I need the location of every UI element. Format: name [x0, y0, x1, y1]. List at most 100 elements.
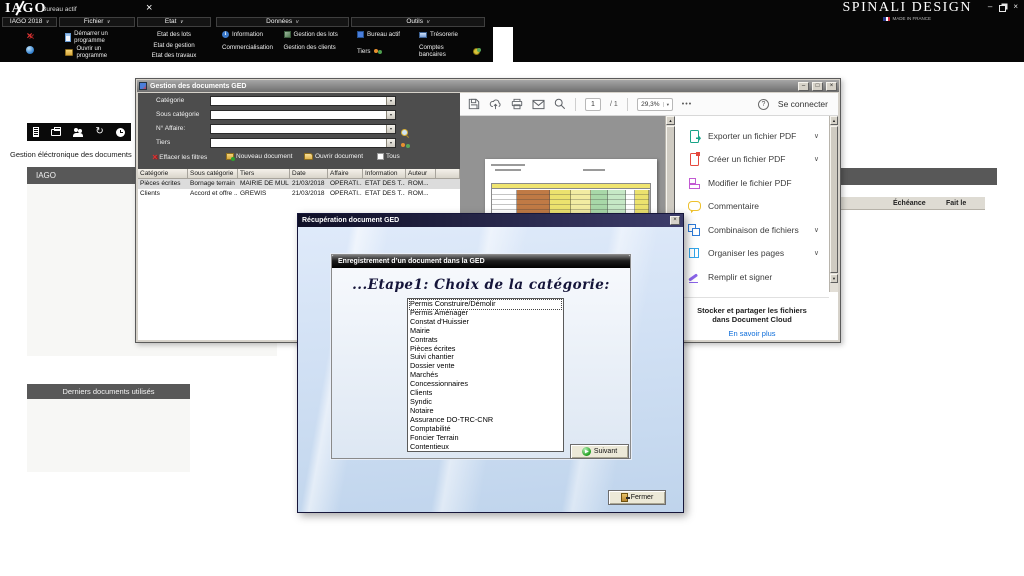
menu-donnees[interactable]: Données — [216, 17, 349, 27]
category-option[interactable]: Constat d'Huissier — [410, 318, 561, 327]
scroll-up-icon[interactable] — [830, 116, 838, 125]
search-icon[interactable] — [401, 129, 409, 137]
table-row[interactable]: Pièces écritesBornage terrainMAIRIE DE M… — [138, 179, 460, 189]
step-panel-title: Enregistrement d’un document dans la GED — [332, 255, 630, 268]
dropdown-arrow-icon[interactable] — [386, 125, 395, 133]
more-tools-button[interactable]: ••• — [682, 101, 692, 108]
chevron-down-icon[interactable] — [663, 102, 672, 107]
column-echeance: Échéance — [893, 200, 926, 207]
tool-create-pdf[interactable]: Créer un fichier PDF∨ — [675, 148, 829, 172]
zoom-select[interactable]: 29,3% — [637, 98, 673, 111]
scroll-up-icon[interactable] — [666, 116, 675, 125]
ged-maximize-button[interactable] — [812, 82, 823, 91]
search-icon[interactable] — [554, 98, 566, 110]
sign-in-link[interactable]: Se connecter — [778, 99, 828, 109]
menu-item-bureau-actif[interactable]: Bureau actif — [357, 31, 419, 38]
menu-item-comptes-bancaires[interactable]: Comptes bancaires — [419, 44, 481, 58]
tool-comment[interactable]: Commentaire — [675, 195, 829, 219]
checkbox-icon[interactable] — [377, 153, 384, 160]
clock-icon[interactable] — [116, 128, 125, 137]
menu-item-demarrer-programme[interactable]: Démarrer un programme — [59, 30, 135, 45]
learn-more-link[interactable]: En savoir plus — [675, 329, 829, 338]
menu-item-etat-des-lots[interactable]: Etat des lots — [137, 30, 211, 41]
ged-minimize-button[interactable] — [798, 82, 809, 91]
restore-icon[interactable] — [999, 5, 1006, 12]
tiers-people-icon[interactable] — [401, 143, 410, 151]
tools-panel-scrollbar[interactable] — [829, 116, 838, 292]
col-tiers[interactable]: Tiers — [238, 169, 290, 179]
menu-outils[interactable]: Outils — [351, 17, 485, 27]
tiers-select[interactable] — [210, 138, 396, 148]
menu-item-etat-de-gestion[interactable]: Etat de gestion — [137, 41, 211, 52]
clear-filters-button[interactable]: Effacer les filtres — [152, 153, 207, 161]
menu-item-etat-des-travaux[interactable]: Etat des travaux — [137, 51, 211, 62]
col-affaire[interactable]: Affaire — [328, 169, 363, 179]
chevron-down-icon[interactable]: ∨ — [814, 132, 819, 140]
dialog-titlebar[interactable]: Récupération document GED — [298, 214, 683, 227]
dropdown-arrow-icon[interactable] — [386, 111, 395, 119]
print-icon[interactable] — [511, 98, 523, 110]
category-listbox[interactable]: Permis Construire/Démolir Permis Aménage… — [407, 298, 564, 452]
category-option[interactable]: Contentieux — [410, 443, 561, 452]
tool-edit-pdf[interactable]: Modifier le fichier PDF — [675, 171, 829, 195]
printer-icon[interactable] — [51, 129, 61, 136]
menu-iago-2018[interactable]: IAGO 2018 — [2, 17, 57, 27]
scrollbar-thumb[interactable] — [830, 126, 838, 273]
col-auteur[interactable]: Auteur — [406, 169, 436, 179]
save-icon[interactable] — [468, 98, 480, 110]
email-icon[interactable] — [532, 99, 545, 110]
minimize-icon[interactable] — [988, 3, 992, 12]
menu-item-tiers[interactable]: Tiers — [357, 44, 419, 58]
col-information[interactable]: Information — [363, 169, 406, 179]
web-globe-icon[interactable] — [26, 46, 34, 54]
tool-organize-pages[interactable]: Organiser les pages∨ — [675, 242, 829, 266]
quit-icon[interactable] — [27, 32, 33, 41]
col-sous-categorie[interactable]: Sous catégorie — [188, 169, 238, 179]
chevron-down-icon[interactable]: ∨ — [814, 155, 819, 163]
step-panel: Enregistrement d’un document dans la GED… — [331, 254, 631, 459]
menu-item-gestion-des-clients[interactable]: Gestion des clients — [284, 44, 346, 51]
ged-close-button[interactable] — [826, 82, 837, 91]
category-option[interactable]: Concessionnaires — [410, 380, 561, 389]
close-dialog-button[interactable]: Fermer — [608, 490, 666, 505]
tool-combine-files[interactable]: Combinaison de fichiers∨ — [675, 218, 829, 242]
menu-fichier[interactable]: Fichier — [59, 17, 135, 27]
chevron-down-icon[interactable]: ∨ — [814, 249, 819, 257]
document-close-icon[interactable] — [146, 2, 152, 14]
affaire-select[interactable] — [210, 124, 396, 134]
scrollbar-thumb[interactable] — [666, 126, 675, 221]
all-documents-checkbox[interactable]: Tous — [377, 153, 400, 160]
menu-item-ouvrir-programme[interactable]: Ouvrir un programme — [59, 45, 135, 60]
close-icon[interactable] — [1013, 3, 1018, 12]
users-icon[interactable] — [73, 128, 83, 137]
open-document-button[interactable]: Ouvrir document — [304, 153, 363, 160]
col-categorie[interactable]: Catégorie — [138, 169, 188, 179]
dropdown-arrow-icon[interactable] — [386, 139, 395, 147]
active-document-tab[interactable]: Bureau actif — [42, 6, 77, 13]
scroll-down-icon[interactable] — [830, 274, 838, 283]
tool-export-pdf[interactable]: Exporter un fichier PDF∨ — [675, 124, 829, 148]
dialog-close-button[interactable] — [670, 216, 680, 225]
chevron-down-icon[interactable]: ∨ — [814, 226, 819, 234]
col-date[interactable]: Date — [290, 169, 328, 179]
help-icon[interactable]: ? — [758, 99, 769, 110]
ged-titlebar[interactable]: Gestion des documents GED — [137, 80, 839, 92]
menu-item-commercialisation[interactable]: Commercialisation — [222, 44, 284, 51]
menu-etat[interactable]: Etat — [137, 17, 211, 27]
organize-pages-icon — [688, 247, 700, 259]
document-icon[interactable] — [33, 127, 39, 137]
share-cloud-icon[interactable] — [489, 98, 502, 110]
dropdown-arrow-icon[interactable] — [386, 97, 395, 105]
table-row[interactable]: ClientsAccord et offre ...GREWIS21/03/20… — [138, 189, 460, 199]
refresh-icon[interactable] — [95, 127, 103, 137]
menu-item-information[interactable]: Information — [222, 31, 284, 38]
menu-item-tresorerie[interactable]: Trésorerie — [419, 31, 481, 38]
menu-item-gestion-des-lots[interactable]: Gestion des lots — [284, 31, 346, 38]
categorie-select[interactable] — [210, 96, 396, 106]
category-option[interactable]: Clients — [410, 389, 561, 398]
page-number-input[interactable]: 1 — [585, 98, 601, 111]
next-button[interactable]: Suivant — [570, 444, 629, 459]
sous-categorie-select[interactable] — [210, 110, 396, 120]
new-document-button[interactable]: Nouveau document — [226, 153, 292, 160]
tool-fill-sign[interactable]: Remplir et signer — [675, 265, 829, 289]
